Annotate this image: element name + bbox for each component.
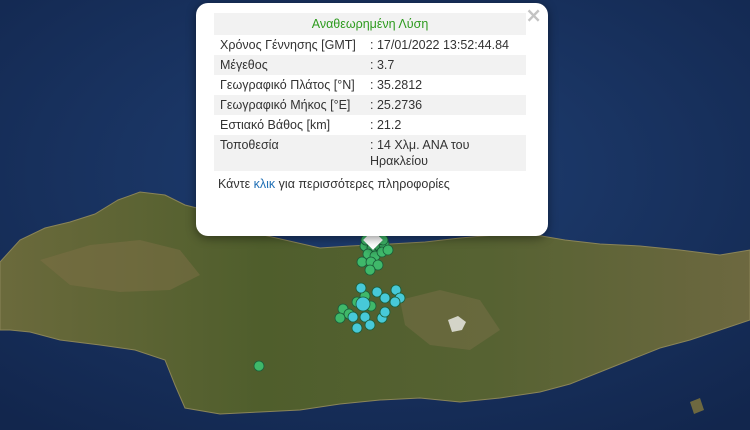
popup-title: Αναθεωρημένη Λύση — [214, 13, 526, 35]
info-row: Γεωγραφικό Πλάτος [°N] : 35.2812 — [214, 75, 526, 95]
row-label: Γεωγραφικό Μήκος [°E] — [214, 95, 364, 115]
more-suffix: για περισσότερες πληροφορίες — [278, 177, 450, 191]
earthquake-marker-cyan[interactable] — [389, 296, 401, 308]
row-value: : 3.7 — [364, 55, 526, 75]
popup-title-row: Αναθεωρημένη Λύση — [214, 13, 526, 35]
info-row: Γεωγραφικό Μήκος [°E] : 25.2736 — [214, 95, 526, 115]
info-row: Εστιακό Βάθος [km] : 21.2 — [214, 115, 526, 135]
earthquake-marker-green[interactable] — [356, 256, 368, 268]
earthquake-marker-cyan[interactable] — [351, 322, 363, 334]
more-info-text: Κάντε κλικ για περισσότερες πληροφορίες — [214, 177, 530, 191]
earthquake-marker-cyan[interactable] — [347, 311, 359, 323]
row-value: : 14 Χλμ. ΑΝΑ του Ηρακλείου — [364, 135, 526, 171]
info-row: Τοποθεσία : 14 Χλμ. ΑΝΑ του Ηρακλείου — [214, 135, 526, 171]
earthquake-info-popup: × Αναθεωρημένη Λύση Χρόνος Γέννησης [GMT… — [196, 3, 548, 236]
earthquake-marker-green[interactable] — [253, 360, 265, 372]
close-icon[interactable]: × — [525, 5, 542, 25]
earthquake-marker-cyan[interactable] — [379, 292, 391, 304]
earthquake-marker-cyan[interactable] — [355, 296, 371, 312]
earthquake-marker-cyan[interactable] — [364, 319, 376, 331]
row-value: : 21.2 — [370, 118, 402, 132]
info-row: Μέγεθος : 3.7 — [214, 55, 526, 75]
row-value: : 17/01/2022 13:52:44.84 — [370, 38, 510, 52]
row-label: Εστιακό Βάθος [km] — [220, 118, 331, 132]
row-label: Χρόνος Γέννησης [GMT] — [220, 38, 356, 52]
info-table: Αναθεωρημένη Λύση Χρόνος Γέννησης [GMT] … — [214, 13, 526, 171]
row-label: Μέγεθος — [214, 55, 364, 75]
row-label: Τοποθεσία — [214, 135, 364, 171]
earthquake-marker-green[interactable] — [364, 264, 376, 276]
more-prefix: Κάντε — [218, 177, 251, 191]
earthquake-marker-green[interactable] — [334, 312, 346, 324]
info-row: Χρόνος Γέννησης [GMT] : 17/01/2022 13:52… — [214, 35, 526, 55]
earthquake-marker-cyan[interactable] — [355, 282, 367, 294]
earthquake-marker-cyan[interactable] — [379, 306, 391, 318]
row-value: : 25.2736 — [364, 95, 526, 115]
row-value: : 35.2812 — [370, 78, 423, 92]
more-info-link[interactable]: κλικ — [254, 177, 276, 191]
earthquake-marker-green[interactable] — [382, 244, 394, 256]
row-label: Γεωγραφικό Πλάτος [°N] — [220, 78, 355, 92]
